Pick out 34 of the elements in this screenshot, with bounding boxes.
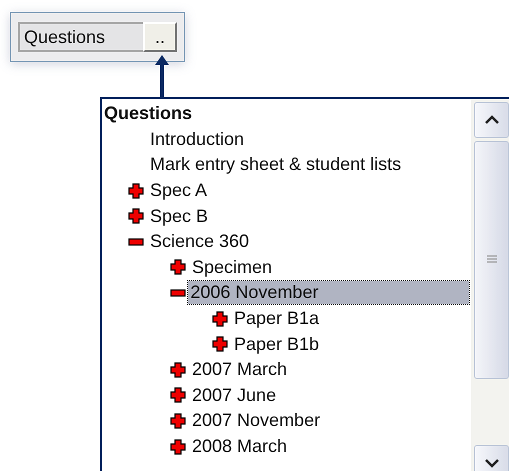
tree-item[interactable]: 2007 March <box>190 358 290 382</box>
expand-icon[interactable] <box>170 362 186 378</box>
tree-item[interactable]: Paper B1b <box>232 332 322 356</box>
tree-item[interactable]: Specimen <box>190 256 274 279</box>
up-caret-icon <box>484 115 498 125</box>
tree-item[interactable]: 2007 June <box>190 384 278 407</box>
browse-button[interactable]: .. <box>143 22 177 52</box>
collapse-icon[interactable] <box>170 288 186 297</box>
down-caret-icon <box>484 458 498 468</box>
tree-item[interactable]: Mark entry sheet & student lists <box>148 153 404 176</box>
tree-root[interactable]: Questions <box>104 101 192 127</box>
tree-item[interactable]: 2007 November <box>190 409 322 432</box>
expand-icon[interactable] <box>170 412 186 429</box>
tree-item[interactable]: Spec B <box>148 204 210 228</box>
collapse-icon[interactable] <box>128 238 144 246</box>
picker-field[interactable]: Questions <box>18 22 143 52</box>
expand-icon[interactable] <box>170 438 186 455</box>
expand-icon[interactable] <box>170 259 186 276</box>
scroll-up-button[interactable] <box>474 102 509 138</box>
expand-icon[interactable] <box>212 310 228 327</box>
tree-item[interactable]: 2006 November <box>188 281 469 304</box>
scrollbar[interactable] <box>471 99 509 471</box>
tree-item[interactable]: 2008 March <box>190 435 290 458</box>
tree-item[interactable]: Science 360 <box>148 230 252 254</box>
tree-item[interactable]: Paper B1a <box>232 307 322 330</box>
scroll-down-button[interactable] <box>474 445 509 471</box>
grip-icon <box>486 255 498 265</box>
tree-item[interactable]: Introduction <box>148 128 246 151</box>
expand-icon[interactable] <box>128 208 144 224</box>
tree-item[interactable]: Spec A <box>148 179 210 202</box>
expand-icon[interactable] <box>128 182 144 199</box>
expand-icon[interactable] <box>212 336 228 352</box>
expand-icon[interactable] <box>170 387 186 404</box>
scroll-thumb[interactable] <box>474 141 509 379</box>
